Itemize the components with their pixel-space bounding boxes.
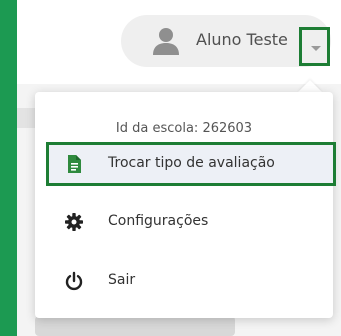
caret-down-icon (311, 46, 321, 51)
user-name[interactable]: Aluno Teste (196, 30, 288, 49)
menu-item-sair[interactable]: Sair (35, 259, 333, 303)
power-icon (65, 271, 83, 291)
dropdown-pointer (298, 80, 322, 92)
user-avatar-icon (153, 28, 179, 55)
menu-item-label: Trocar tipo de avaliação (108, 155, 275, 171)
gear-icon (65, 213, 83, 231)
menu-item-label: Configurações (108, 213, 209, 229)
document-icon (68, 155, 81, 173)
menu-item-label: Sair (108, 272, 136, 288)
footer-shadow (35, 316, 235, 336)
user-menu-toggle-button[interactable] (299, 27, 330, 66)
menu-item-trocar-tipo-avaliacao[interactable]: Trocar tipo de avaliação (35, 142, 336, 186)
menu-item-configuracoes[interactable]: Configurações (35, 200, 333, 244)
school-id-label: Id da escola: 262603 (115, 121, 253, 136)
